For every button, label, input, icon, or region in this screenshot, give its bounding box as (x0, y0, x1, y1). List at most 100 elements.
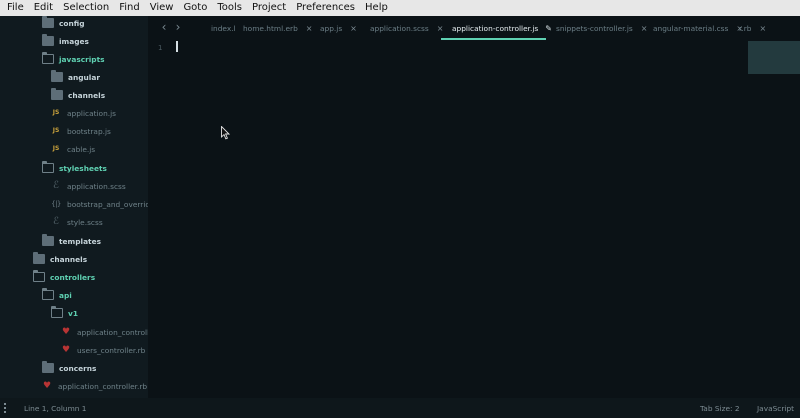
pencil-icon: ✎ (545, 23, 552, 33)
tree-folder-templates[interactable]: templates (0, 232, 148, 250)
close-icon[interactable]: × (759, 24, 766, 33)
chevron-right-icon[interactable]: › (172, 19, 184, 35)
tree-item-label: bootstrap.js (67, 126, 111, 136)
menu-view[interactable]: View (145, 0, 179, 16)
tab-angular-material-css[interactable]: angular-material.css × (653, 16, 743, 40)
close-icon[interactable]: × (641, 24, 648, 33)
tree-folder-channels[interactable]: channels (0, 86, 148, 104)
tab-label: application.scss (370, 23, 429, 33)
tree-file-application-js[interactable]: JS application.js (0, 104, 148, 122)
line-gutter: 1 (148, 40, 174, 398)
js-file-icon: JS (52, 127, 60, 134)
tab-bar: ‹ › index.l home.html.erb × app.js × app… (148, 16, 800, 40)
folder-icon (42, 34, 54, 46)
tree-item-label: bootstrap_and_overrides.c (67, 199, 148, 209)
tree-item-label: v1 (68, 308, 78, 318)
menu-find[interactable]: Find (114, 0, 145, 16)
tree-item-label: application_controller.r (77, 327, 148, 337)
line-number: 1 (158, 44, 163, 52)
menu-edit[interactable]: Edit (29, 0, 58, 16)
folder-icon (42, 16, 54, 28)
tree-file-bootstrap-js[interactable]: JS bootstrap.js (0, 122, 148, 140)
close-icon[interactable]: × (350, 24, 357, 33)
editor-pane[interactable]: ‹ › index.l home.html.erb × app.js × app… (148, 16, 800, 398)
tree-folder-stylesheets[interactable]: stylesheets (0, 159, 148, 177)
menu-preferences[interactable]: Preferences (291, 0, 360, 16)
tree-folder-concerns[interactable]: concerns (0, 359, 148, 377)
tab-label: home.html.erb (243, 23, 298, 33)
tree-item-label: templates (59, 236, 102, 246)
folder-open-icon (41, 52, 54, 64)
minimap-viewport[interactable] (748, 41, 800, 74)
tree-file-bootstrap-overrides[interactable]: {|} bootstrap_and_overrides.c (0, 195, 148, 213)
tab-label: r.rb (739, 23, 752, 33)
tree-file-users-controller[interactable]: ♥ users_controller.rb (0, 341, 148, 359)
menu-project[interactable]: Project (247, 0, 291, 16)
sidebar-file-tree: config images javascripts angular channe… (0, 16, 148, 398)
tree-file-style-scss[interactable]: ℰ style.scss (0, 213, 148, 231)
sass-file-icon: ℰ (52, 180, 60, 191)
syntax-mode[interactable]: JavaScript (757, 404, 794, 413)
sass-file-icon: ℰ (52, 216, 60, 227)
folder-icon (51, 88, 63, 100)
tree-item-label: application.js (67, 108, 117, 118)
tree-item-label: cable.js (67, 144, 96, 154)
tab-app-js[interactable]: app.js × (320, 16, 357, 40)
tab-size[interactable]: Tab Size: 2 (700, 404, 740, 413)
tree-folder-api[interactable]: api (0, 286, 148, 304)
folder-open-icon (50, 306, 63, 318)
tab-home-html-erb[interactable]: home.html.erb × (243, 16, 312, 40)
menu-tools[interactable]: Tools (212, 0, 247, 16)
menu-goto[interactable]: Goto (178, 0, 212, 16)
tab-label: index.l (211, 23, 236, 33)
tree-item-label: config (59, 18, 85, 28)
menu-file[interactable]: File (2, 0, 29, 16)
cursor-position: Line 1, Column 1 (24, 404, 87, 413)
tree-item-label: angular (68, 72, 100, 82)
tree-file-api-application-controller[interactable]: ♥ application_controller.r (0, 323, 148, 341)
tree-item-label: application_controller.rb (58, 381, 148, 391)
tree-item-label: controllers (50, 272, 96, 282)
folder-icon (42, 361, 54, 373)
tree-folder-v1[interactable]: v1 (0, 304, 148, 322)
menu-selection[interactable]: Selection (58, 0, 114, 16)
panel-toggle-icon[interactable] (4, 403, 7, 413)
tree-file-cable-js[interactable]: JS cable.js (0, 140, 148, 158)
tree-item-label: images (59, 36, 89, 46)
tree-file-application-scss[interactable]: ℰ application.scss (0, 177, 148, 195)
folder-open-icon (32, 270, 45, 282)
menu-help[interactable]: Help (360, 0, 393, 16)
tree-folder-images[interactable]: images (0, 32, 148, 50)
tree-item-label: channels (50, 254, 88, 264)
tree-folder-config[interactable]: config (0, 16, 148, 32)
tab-r-rb[interactable]: r.rb × (739, 16, 766, 40)
folder-icon (33, 252, 45, 264)
tree-item-label: api (59, 290, 72, 300)
tab-application-controller-js[interactable]: application-controller.js ✎ (441, 16, 552, 40)
close-icon[interactable]: × (306, 24, 313, 33)
status-bar: Line 1, Column 1 Tab Size: 2 JavaScript (0, 398, 800, 418)
tree-folder-angular[interactable]: angular (0, 68, 148, 86)
tab-label: angular-material.css (653, 23, 729, 33)
tree-item-label: stylesheets (59, 163, 107, 173)
css-file-icon: {|} (51, 200, 61, 208)
tab-label: app.js (320, 23, 343, 33)
tree-folder-javascripts[interactable]: javascripts (0, 50, 148, 68)
menu-bar: File Edit Selection Find View Goto Tools… (0, 0, 800, 16)
chevron-left-icon[interactable]: ‹ (158, 19, 170, 35)
text-cursor (176, 41, 178, 52)
folder-icon (42, 234, 54, 246)
folder-icon (51, 70, 63, 82)
folder-open-icon (41, 288, 54, 300)
ruby-file-icon: ♥ (61, 327, 71, 337)
ruby-file-icon: ♥ (61, 345, 71, 355)
tab-index[interactable]: index.l (211, 16, 236, 40)
tree-folder-channels-app[interactable]: channels (0, 250, 148, 268)
tree-folder-controllers[interactable]: controllers (0, 268, 148, 286)
js-file-icon: JS (52, 109, 60, 116)
ruby-file-icon: ♥ (42, 381, 52, 391)
tab-application-scss[interactable]: application.scss × (370, 16, 443, 40)
tab-snippets-controller-js[interactable]: snippets-controller.js × (556, 16, 647, 40)
js-file-icon: JS (52, 145, 60, 152)
tree-file-application-controller[interactable]: ♥ application_controller.rb (0, 377, 148, 395)
